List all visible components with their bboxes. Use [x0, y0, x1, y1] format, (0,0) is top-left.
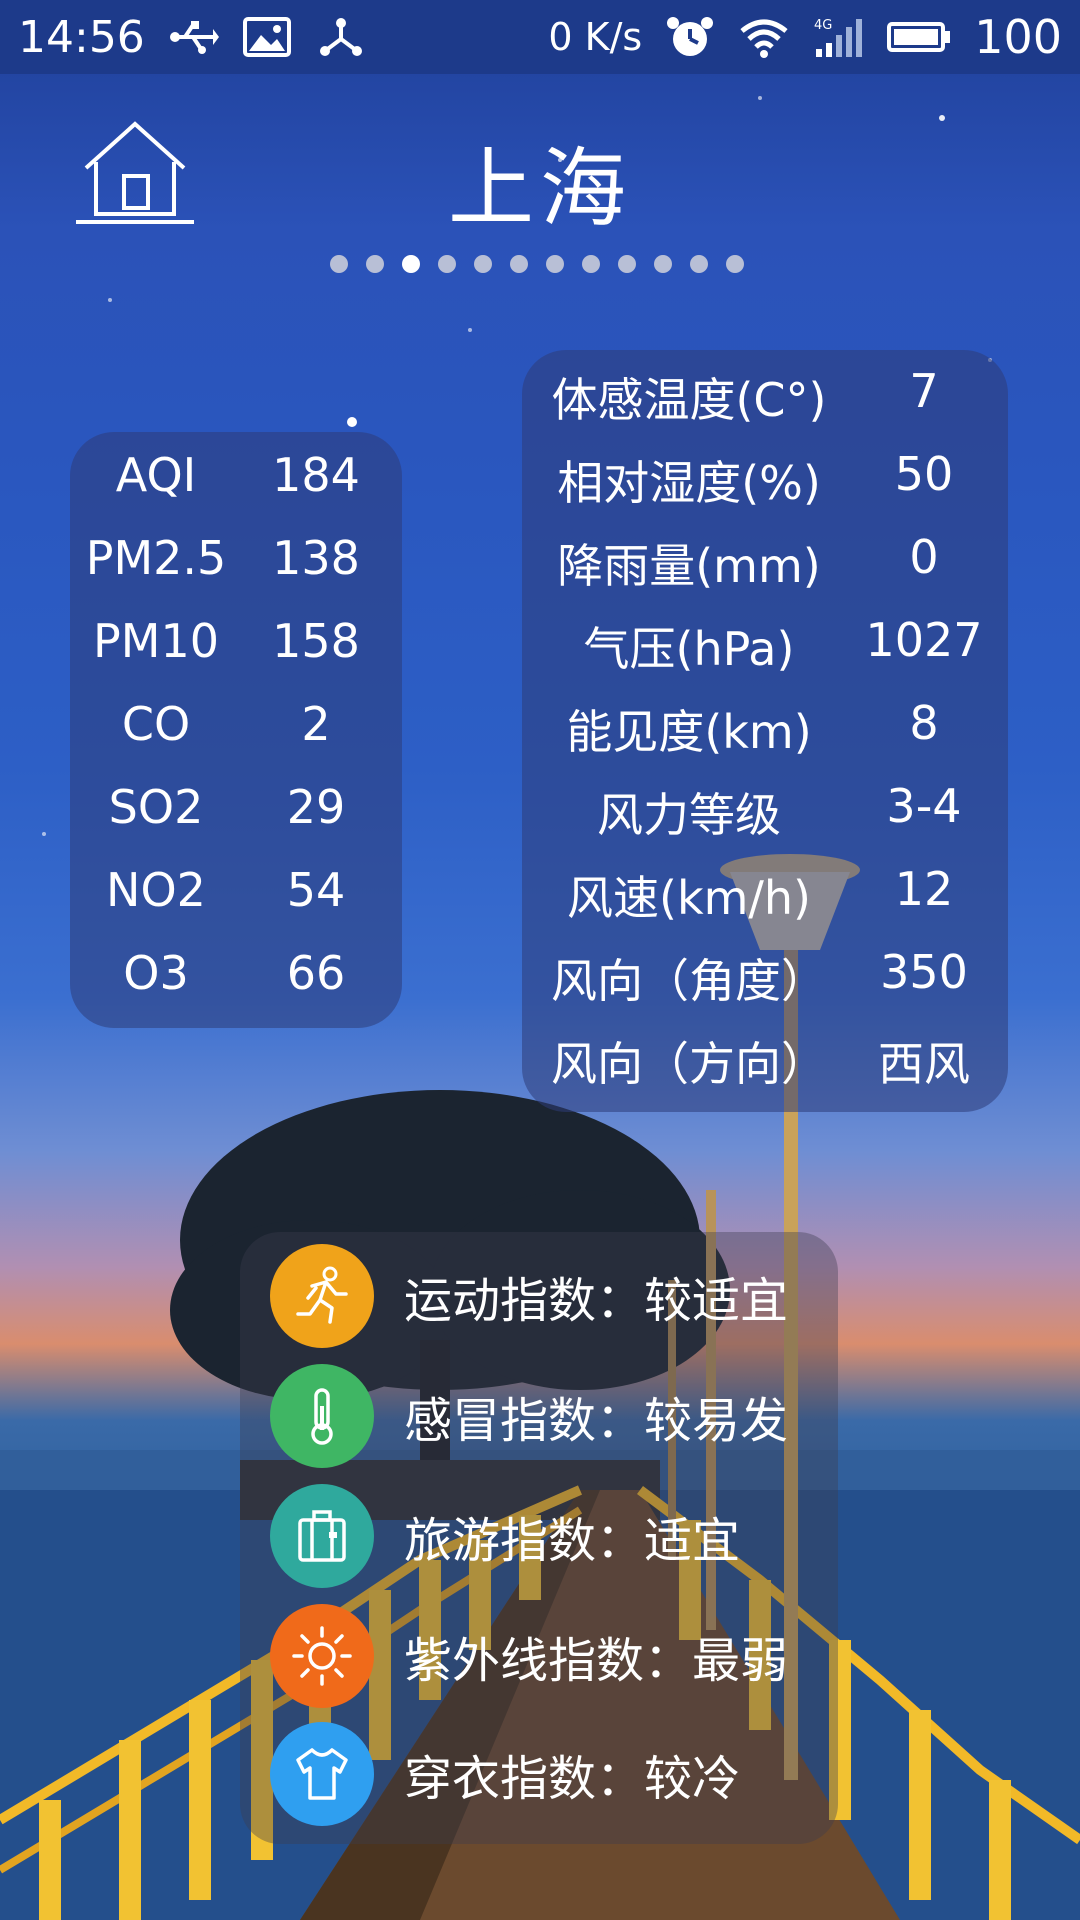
aqi-label: CO: [121, 697, 191, 751]
thermometer-icon: [270, 1364, 374, 1468]
page-dot[interactable]: [690, 255, 708, 273]
image-icon: [242, 17, 291, 57]
page-dot[interactable]: [330, 255, 348, 273]
weather-value: 7: [909, 364, 939, 418]
life-index-text: 运动指数：较适宜: [404, 1273, 789, 1329]
aqi-label: AQI: [115, 448, 197, 502]
weather-row: 降雨量(mm) 0: [524, 530, 994, 596]
life-index-panel: 运动指数：较适宜 感冒指数：较易发 旅游指数：适宜 紫外线指数：最弱 穿衣指数：较冷: [240, 1232, 838, 1844]
home-button[interactable]: [76, 118, 194, 228]
life-index-item[interactable]: 穿衣指数：较冷: [270, 1722, 830, 1826]
aqi-label: PM2.5: [85, 531, 227, 585]
life-index-item[interactable]: 运动指数：较适宜: [270, 1244, 830, 1348]
aqi-row: O3 66: [76, 946, 396, 1000]
aqi-label: SO2: [108, 780, 204, 834]
alarm-icon: [667, 17, 714, 56]
weather-value: 1027: [865, 613, 983, 667]
weather-label: 风向（方向）: [551, 1037, 827, 1091]
signal-4g-icon: 4G: [814, 18, 863, 57]
battery-level: 100: [974, 10, 1062, 64]
page-dot[interactable]: [618, 255, 636, 273]
life-index-text: 感冒指数：较易发: [404, 1393, 789, 1449]
aqi-label: O3: [123, 946, 189, 1000]
life-index-text: 穿衣指数：较冷: [404, 1751, 741, 1807]
battery-icon: [887, 22, 951, 52]
life-index-text: 紫外线指数：最弱: [404, 1633, 789, 1689]
weather-value: 350: [880, 945, 968, 999]
weather-row: 气压(hPa) 1027: [524, 613, 994, 679]
weather-value: 3-4: [886, 779, 962, 833]
weather-row: 体感温度(C°) 7: [524, 364, 994, 430]
aqi-value: 66: [286, 946, 346, 1000]
weather-label: 风力等级: [597, 788, 781, 842]
tshirt-icon: [270, 1722, 374, 1826]
status-bar: 14:56 0 K/s 4G 100: [0, 0, 1080, 74]
page-dot[interactable]: [438, 255, 456, 273]
aqi-row: PM2.5 138: [76, 531, 396, 585]
time: 14:56: [18, 11, 145, 63]
life-index-item[interactable]: 旅游指数：适宜: [270, 1484, 830, 1588]
svg-text:4G: 4G: [814, 18, 832, 33]
aqi-row: SO2 29: [76, 780, 396, 834]
weather-label: 相对湿度(%): [557, 456, 821, 510]
weather-label: 气压(hPa): [583, 622, 795, 676]
weather-row: 能见度(km) 8: [524, 696, 994, 762]
aqi-row: CO 2: [76, 697, 396, 751]
page-dot[interactable]: [402, 255, 420, 273]
life-index-item[interactable]: 紫外线指数：最弱: [270, 1604, 830, 1708]
weather-row: 相对湿度(%) 50: [524, 447, 994, 513]
aqi-value: 29: [286, 780, 346, 834]
weather-label: 风向（角度）: [551, 954, 827, 1008]
running-icon: [270, 1244, 374, 1348]
page-dot[interactable]: [546, 255, 564, 273]
weather-row: 风向（方向） 西风: [524, 1028, 994, 1094]
weather-row: 风速(km/h) 12: [524, 862, 994, 928]
weather-value: 50: [894, 447, 954, 501]
aqi-row: PM10 158: [76, 614, 396, 668]
aqi-label: NO2: [106, 863, 206, 917]
home-icon: [76, 121, 194, 224]
life-index-item[interactable]: 感冒指数：较易发: [270, 1364, 830, 1468]
aqi-label: PM10: [93, 614, 219, 668]
weather-row: 风向（角度） 350: [524, 945, 994, 1011]
weather-value: 西风: [878, 1037, 970, 1091]
usb-icon: [169, 21, 219, 54]
aqi-row: AQI 184: [76, 448, 396, 502]
aqi-row: NO2 54: [76, 863, 396, 917]
weather-value: 8: [909, 696, 939, 750]
weather-label: 能见度(km): [566, 705, 812, 759]
life-index-text: 旅游指数：适宜: [404, 1513, 741, 1569]
page-dot[interactable]: [474, 255, 492, 273]
aqi-value: 138: [272, 531, 360, 585]
air-quality-panel: AQI 184 PM2.5 138 PM10 158 CO 2 SO2 29 NO2 54 O3 66: [70, 432, 402, 1028]
page-dot[interactable]: [654, 255, 672, 273]
share-icon: [319, 18, 362, 56]
page-dot[interactable]: [726, 255, 744, 273]
luggage-icon: [270, 1484, 374, 1588]
aqi-value: 184: [272, 448, 360, 502]
weather-row: 风力等级 3-4: [524, 779, 994, 845]
page-dot[interactable]: [582, 255, 600, 273]
wifi-icon: [740, 19, 788, 58]
weather-label: 降雨量(mm): [557, 539, 821, 593]
page-dot[interactable]: [366, 255, 384, 273]
aqi-value: 54: [286, 863, 346, 917]
network-speed: 0 K/s: [548, 15, 643, 59]
weather-value: 12: [894, 862, 954, 916]
aqi-value: 2: [301, 697, 331, 751]
page-indicator: [330, 255, 744, 273]
sun-icon: [270, 1604, 374, 1708]
aqi-value: 158: [272, 614, 360, 668]
weather-value: 0: [909, 530, 939, 584]
weather-details-panel: 体感温度(C°) 7 相对湿度(%) 50 降雨量(mm) 0 气压(hPa) 1027 能见度…: [522, 350, 1008, 1112]
city-title: 上海: [448, 139, 632, 239]
page-dot[interactable]: [510, 255, 528, 273]
weather-label: 风速(km/h): [567, 871, 811, 925]
weather-label: 体感温度(C°): [551, 373, 827, 427]
